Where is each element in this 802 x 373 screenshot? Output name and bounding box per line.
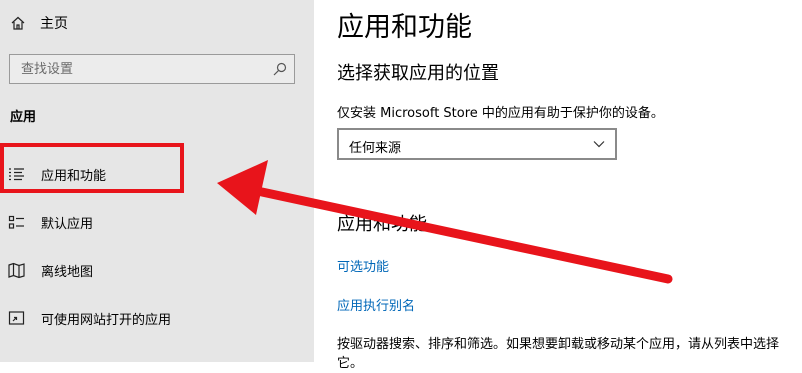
install-location-description: 仅安装 Microsoft Store 中的应用有助于保护你的设备。 bbox=[337, 106, 664, 121]
home-label: 主页 bbox=[40, 16, 68, 32]
chevron-down-icon bbox=[593, 141, 605, 148]
sidebar-item-default-apps[interactable]: 默认应用 bbox=[0, 205, 314, 239]
sidebar-item-label: 应用和功能 bbox=[41, 168, 107, 184]
page-title: 应用和功能 bbox=[337, 12, 472, 43]
home-icon bbox=[11, 16, 25, 30]
sidebar-item-apps-features[interactable]: 应用和功能 bbox=[0, 157, 314, 191]
offline-maps-icon bbox=[8, 262, 25, 278]
search-input[interactable] bbox=[10, 55, 271, 83]
search-icon[interactable] bbox=[272, 61, 288, 77]
sidebar-item-apps-for-websites[interactable]: 可使用网站打开的应用 bbox=[0, 301, 314, 335]
sidebar-item-label: 默认应用 bbox=[41, 216, 94, 232]
sidebar-item-offline-maps[interactable]: 离线地图 bbox=[0, 253, 314, 287]
apps-section-heading: 应用和功能 bbox=[337, 214, 427, 235]
apps-for-websites-icon bbox=[8, 310, 25, 325]
app-execution-alias-link[interactable]: 应用执行别名 bbox=[337, 295, 415, 314]
sidebar-item-label: 可使用网站打开的应用 bbox=[41, 312, 172, 328]
sidebar-item-label: 离线地图 bbox=[41, 264, 94, 280]
apps-section-description: 按驱动器搜索、排序和筛选。如果想要卸载或移动某个应用，请从列表中选择它。 bbox=[337, 337, 780, 371]
install-location-heading: 选择获取应用的位置 bbox=[337, 63, 499, 84]
default-apps-icon bbox=[8, 215, 24, 229]
apps-features-icon bbox=[9, 167, 24, 180]
search-box bbox=[9, 54, 295, 84]
dropdown-value: 任何来源 bbox=[349, 141, 402, 156]
optional-features-link[interactable]: 可选功能 bbox=[337, 256, 389, 275]
sidebar: 主页 应用 应用和功能 默认应用 离线地图 可使用网站打开的应用 bbox=[0, 0, 314, 362]
install-source-dropdown[interactable]: 任何来源 bbox=[337, 128, 617, 160]
section-title-apps: 应用 bbox=[10, 110, 37, 125]
home-nav-item[interactable]: 主页 bbox=[10, 11, 68, 35]
main-content: 应用和功能 选择获取应用的位置 仅安装 Microsoft Store 中的应用… bbox=[314, 0, 802, 371]
